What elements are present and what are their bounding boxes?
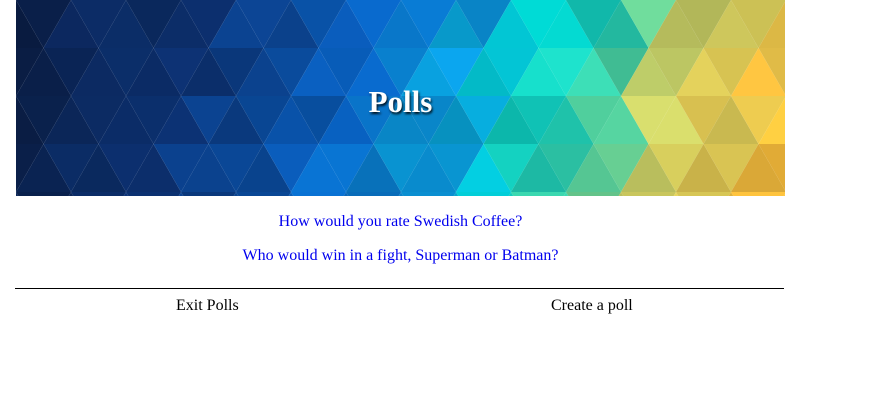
banner-triangle [401,192,456,196]
banner-triangle [346,192,401,196]
banner-triangle [126,192,181,196]
poll-link-superman-batman[interactable]: Who would win in a fight, Superman or Ba… [16,246,785,266]
banner-triangle [16,192,71,196]
banner-triangle [236,192,291,196]
footer-nav: Exit Polls Create a poll [15,296,784,316]
page: Polls How would you rate Swedish Coffee?… [0,0,892,418]
banner-triangle [456,192,511,196]
banner-triangle [71,192,126,196]
banner-triangle [621,192,676,196]
poll-list: How would you rate Swedish Coffee? Who w… [16,212,785,280]
banner-triangle [291,192,346,196]
banner-triangle [676,192,731,196]
banner-triangle [181,192,236,196]
banner-triangle [731,192,785,196]
footer-divider [15,288,784,289]
exit-polls-link[interactable]: Exit Polls [15,296,398,316]
page-title: Polls [368,84,433,119]
banner-triangle [511,192,566,196]
create-poll-link[interactable]: Create a poll [398,296,784,316]
header-banner: Polls [16,0,785,196]
poll-link-swedish-coffee[interactable]: How would you rate Swedish Coffee? [16,212,785,232]
banner-triangle [566,192,621,196]
